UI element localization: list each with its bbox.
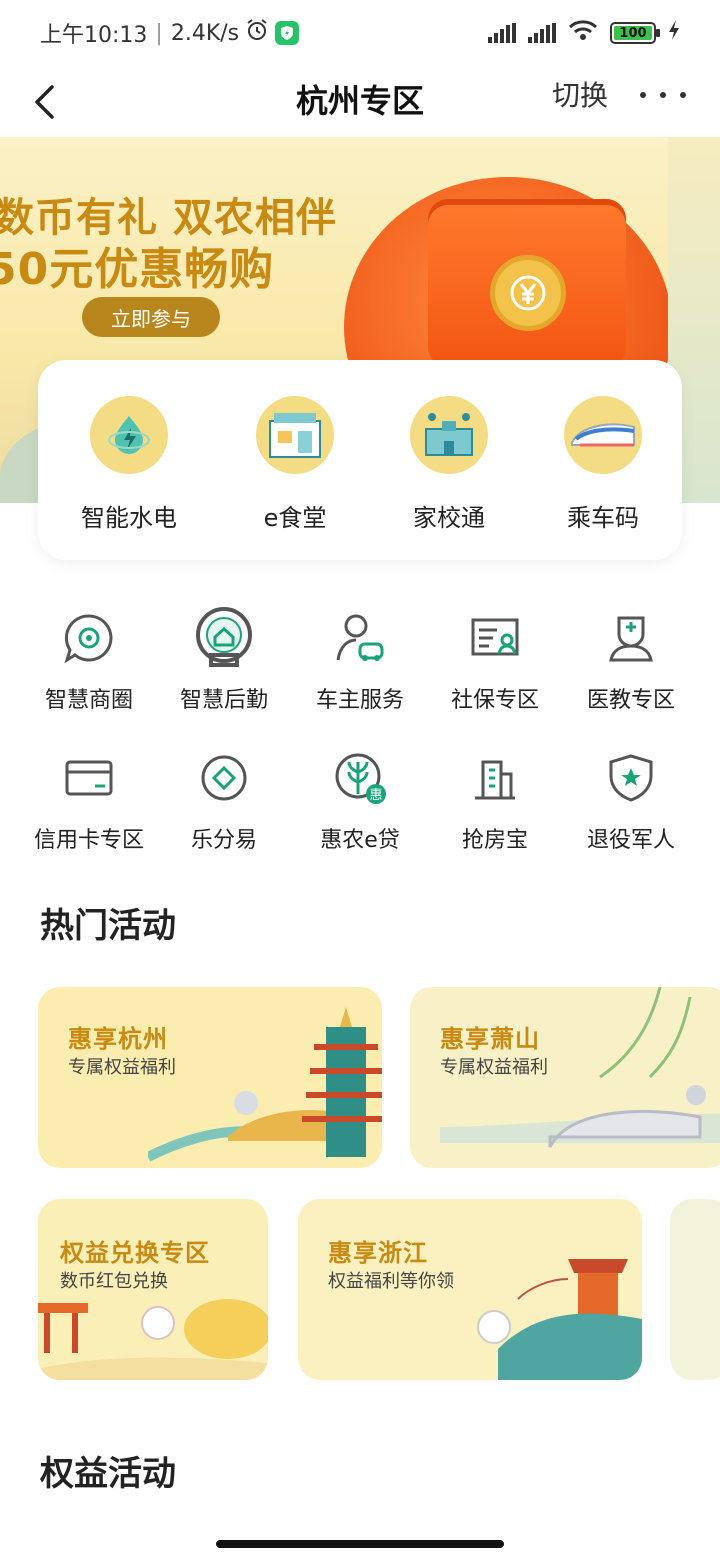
- smart-logistics-icon: [192, 606, 256, 670]
- status-separator: |: [155, 20, 163, 46]
- credit-card-icon: [57, 746, 121, 810]
- service-label: 社保专区: [450, 688, 539, 713]
- pagoda-mascot-illustration: [477, 1259, 642, 1380]
- service-farm-loan[interactable]: 惠 惠农e贷: [290, 746, 430, 854]
- installment-icon: [192, 746, 256, 810]
- quick-item-smart-utilities[interactable]: 智能水电: [52, 396, 206, 533]
- pagoda-illustration: [148, 1007, 382, 1162]
- activity-subtitle: 权益福利等你领: [328, 1271, 454, 1292]
- quick-item-label: 智能水电: [81, 504, 177, 532]
- page-title: 杭州专区: [295, 82, 424, 120]
- banner-headline-2: 50元优惠畅购: [0, 244, 275, 295]
- service-label: 智慧商圈: [44, 688, 133, 713]
- service-house[interactable]: 抢房宝: [425, 746, 565, 854]
- bridge-willow-illustration: [440, 987, 720, 1148]
- service-label: 退役军人: [586, 828, 675, 853]
- service-label: 乐分易: [190, 828, 257, 853]
- canteen-icon: [256, 396, 334, 474]
- charging-icon: [668, 19, 680, 47]
- medical-education-icon: [599, 606, 663, 670]
- house-icon: [463, 746, 527, 810]
- status-net-speed: 2.4K/s: [170, 20, 240, 46]
- activity-title: 惠享浙江: [328, 1239, 428, 1267]
- service-label: 抢房宝: [461, 828, 528, 853]
- school-icon: [410, 396, 488, 474]
- quick-item-label: e食堂: [263, 504, 327, 532]
- alarm-icon: [245, 18, 269, 48]
- switch-city-button[interactable]: 切换: [552, 74, 608, 114]
- veteran-icon: [599, 746, 663, 810]
- activity-card-zhejiang[interactable]: 惠享浙江 权益福利等你领: [298, 1199, 642, 1380]
- water-electric-icon: [90, 396, 168, 474]
- service-label: 智慧后勤: [179, 688, 268, 713]
- battery-icon: 100: [610, 22, 660, 44]
- service-credit-card[interactable]: 信用卡专区: [19, 746, 159, 854]
- service-installment[interactable]: 乐分易: [154, 746, 294, 854]
- activity-card-rights-exchange[interactable]: 权益兑换专区 数币红包兑换: [38, 1199, 268, 1380]
- social-security-icon: [463, 606, 527, 670]
- status-time: 上午10:13: [40, 23, 148, 48]
- activity-title: 权益兑换专区: [60, 1239, 210, 1267]
- hot-activities-title: 热门活动: [40, 906, 176, 946]
- quick-item-label: 家校通: [413, 504, 485, 532]
- service-car-owner[interactable]: 车主服务: [290, 606, 430, 714]
- service-label: 惠农e贷: [320, 828, 400, 853]
- activity-card-hangzhou[interactable]: 惠享杭州 专属权益福利: [38, 987, 382, 1168]
- quick-services-card: 智能水电 e食堂 家校通 乘车码: [38, 360, 682, 560]
- car-owner-icon: [328, 606, 392, 670]
- signal-2-icon: [528, 23, 556, 43]
- activity-card-xiaoshan[interactable]: 惠享萧山 专属权益福利: [410, 987, 720, 1168]
- battery-level: 100: [614, 26, 652, 41]
- service-label: 医教专区: [586, 688, 675, 713]
- train-icon: [564, 396, 642, 474]
- nav-bar: 杭州专区 切换: [0, 66, 720, 136]
- wifi-icon: [568, 19, 598, 47]
- quick-item-ride-code[interactable]: 乘车码: [526, 396, 680, 533]
- service-medical-education[interactable]: 医教专区: [561, 606, 701, 714]
- farm-loan-icon: 惠: [328, 746, 392, 810]
- service-label: 信用卡专区: [33, 828, 144, 853]
- join-now-button[interactable]: 立即参与: [82, 297, 220, 337]
- signal-1-icon: [488, 23, 516, 43]
- quick-item-home-school[interactable]: 家校通: [372, 396, 526, 533]
- status-bar: 上午10:13 | 2.4K/s 100: [0, 0, 720, 66]
- service-veteran[interactable]: 退役军人: [561, 746, 701, 854]
- service-label: 车主服务: [315, 688, 404, 713]
- quick-item-label: 乘车码: [567, 504, 639, 532]
- service-social-security[interactable]: 社保专区: [425, 606, 565, 714]
- home-indicator[interactable]: [216, 1540, 504, 1548]
- svg-text:惠: 惠: [369, 788, 382, 803]
- service-smart-shopping[interactable]: 智慧商圈: [19, 606, 159, 714]
- pavilion-mascot-illustration: [38, 1299, 268, 1380]
- digital-yuan-coin-icon: [490, 255, 566, 331]
- smart-shopping-icon: [57, 606, 121, 670]
- more-menu-button[interactable]: [640, 80, 686, 110]
- security-app-icon: [275, 21, 300, 45]
- quick-item-canteen[interactable]: e食堂: [218, 396, 372, 533]
- service-smart-logistics[interactable]: 智慧后勤: [154, 606, 294, 714]
- activity-card-next-peek[interactable]: [670, 1199, 720, 1380]
- rights-activities-title: 权益活动: [40, 1454, 176, 1494]
